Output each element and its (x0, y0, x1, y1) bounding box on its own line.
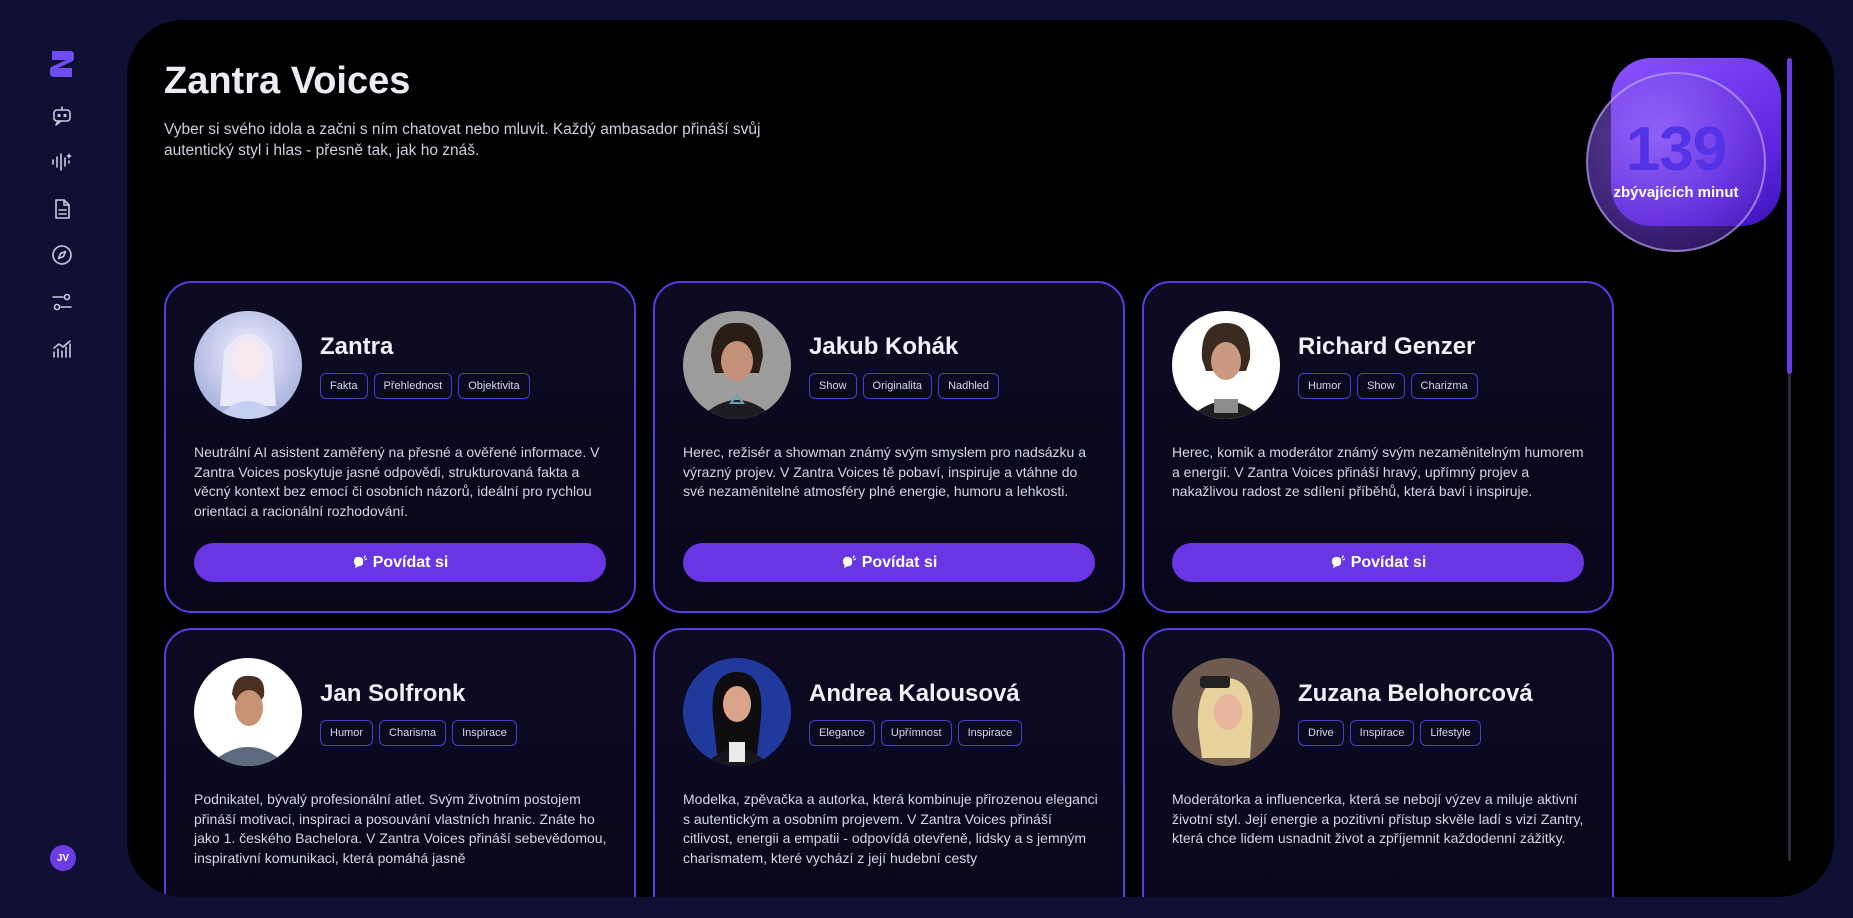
tag-list: Drive Inspirace Lifestyle (1298, 720, 1481, 746)
ambassador-card: Zantra Fakta Přehlednost Objektivita Neu… (164, 281, 636, 613)
tag: Inspirace (957, 720, 1023, 746)
ambassador-name: Jakub Kohák (809, 333, 959, 360)
tag: Nadhled (938, 373, 1000, 399)
chat-button-label: Povídat si (1350, 553, 1427, 571)
ambassador-name: Zantra (320, 333, 394, 360)
sliders-icon[interactable] (50, 290, 74, 314)
ambassador-name: Zuzana Belohorcová (1298, 680, 1533, 707)
ambassador-card: Richard Genzer Humor Show Charizma Herec… (1142, 281, 1614, 613)
ambassador-card: Jakub Kohák Show Originalita Nadhled Her… (653, 281, 1125, 613)
tag: Přehlednost (373, 373, 453, 399)
avatar (194, 658, 302, 766)
document-icon[interactable] (50, 197, 74, 221)
ambassador-description: Herec, režisér a showman známý svým smys… (683, 444, 1087, 499)
tag-list: Humor Show Charizma (1298, 373, 1478, 399)
user-avatar[interactable]: JV (50, 845, 76, 871)
ambassador-name: Jan Solfronk (320, 680, 466, 707)
ambassador-description: Neutrální AI asistent zaměřený na přesné… (194, 444, 600, 519)
tag: Humor (1298, 373, 1352, 399)
ambassador-card: Zuzana Belohorcová Drive Inspirace Lifes… (1142, 628, 1614, 897)
tag-list: Humor Charisma Inspirace (320, 720, 517, 746)
ambassador-name: Richard Genzer (1298, 333, 1476, 360)
page-title: Zantra Voices (164, 60, 411, 102)
tag: Humor (320, 720, 374, 746)
tag: Objektivita (458, 373, 530, 399)
chat-button-label: Povídat si (861, 553, 938, 571)
chat-voice-icon (1331, 555, 1345, 569)
main-panel: Zantra Voices Vyber si svého idola a zač… (127, 20, 1834, 897)
ambassador-card: Jan Solfronk Humor Charisma Inspirace Po… (164, 628, 636, 897)
chat-voice-icon (353, 555, 367, 569)
voice-waveform-icon[interactable] (50, 150, 74, 174)
scrollbar-thumb[interactable] (1787, 58, 1792, 374)
chat-button[interactable]: Povídat si (683, 543, 1095, 582)
tag: Charizma (1410, 373, 1478, 399)
tag: Show (1357, 373, 1405, 399)
tag: Inspirace (452, 720, 517, 746)
ambassador-description: Modelka, zpěvačka a autorka, která kombi… (683, 791, 1098, 866)
chat-button-label: Povídat si (372, 553, 449, 571)
remaining-minutes-value: 139 (1625, 115, 1727, 184)
chat-bot-icon[interactable] (50, 104, 74, 128)
tag-list: Show Originalita Nadhled (809, 373, 1000, 399)
avatar (1172, 658, 1280, 766)
ambassador-name: Andrea Kalousová (809, 680, 1020, 707)
remaining-minutes-widget: 139 zbývajících minut (1586, 72, 1766, 252)
avatar (1172, 311, 1280, 419)
tag-list: Fakta Přehlednost Objektivita (320, 373, 530, 399)
tag: Lifestyle (1420, 720, 1481, 746)
avatar (683, 311, 791, 419)
remaining-minutes-label: zbývajících minut (1613, 184, 1739, 201)
sidebar: JV (0, 0, 125, 918)
ambassador-description: Herec, komik a moderátor známý svým neza… (1172, 444, 1584, 499)
tag: Charisma (379, 720, 447, 746)
ambassador-grid: Zantra Fakta Přehlednost Objektivita Neu… (164, 281, 1614, 897)
tag: Elegance (809, 720, 875, 746)
chat-button[interactable]: Povídat si (1172, 543, 1584, 582)
zantra-logo[interactable] (48, 48, 76, 80)
ambassador-card: Andrea Kalousová Elegance Upřímnost Insp… (653, 628, 1125, 897)
tag: Drive (1298, 720, 1344, 746)
ambassador-description: Moderátorka a influencerka, která se neb… (1172, 791, 1584, 846)
chat-voice-icon (842, 555, 856, 569)
analytics-chart-icon[interactable] (50, 337, 74, 361)
tag-list: Elegance Upřímnost Inspirace (809, 720, 1023, 746)
avatar (194, 311, 302, 419)
tag: Show (809, 373, 857, 399)
tag: Inspirace (1349, 720, 1415, 746)
ambassador-description: Podnikatel, bývalý profesionální atlet. … (194, 791, 607, 866)
page-description: Vyber si svého idola a začni s ním chato… (164, 121, 761, 159)
compass-icon[interactable] (50, 243, 74, 267)
tag: Upřímnost (880, 720, 952, 746)
avatar (683, 658, 791, 766)
chat-button[interactable]: Povídat si (194, 543, 606, 582)
tag: Fakta (320, 373, 368, 399)
tag: Originalita (862, 373, 933, 399)
